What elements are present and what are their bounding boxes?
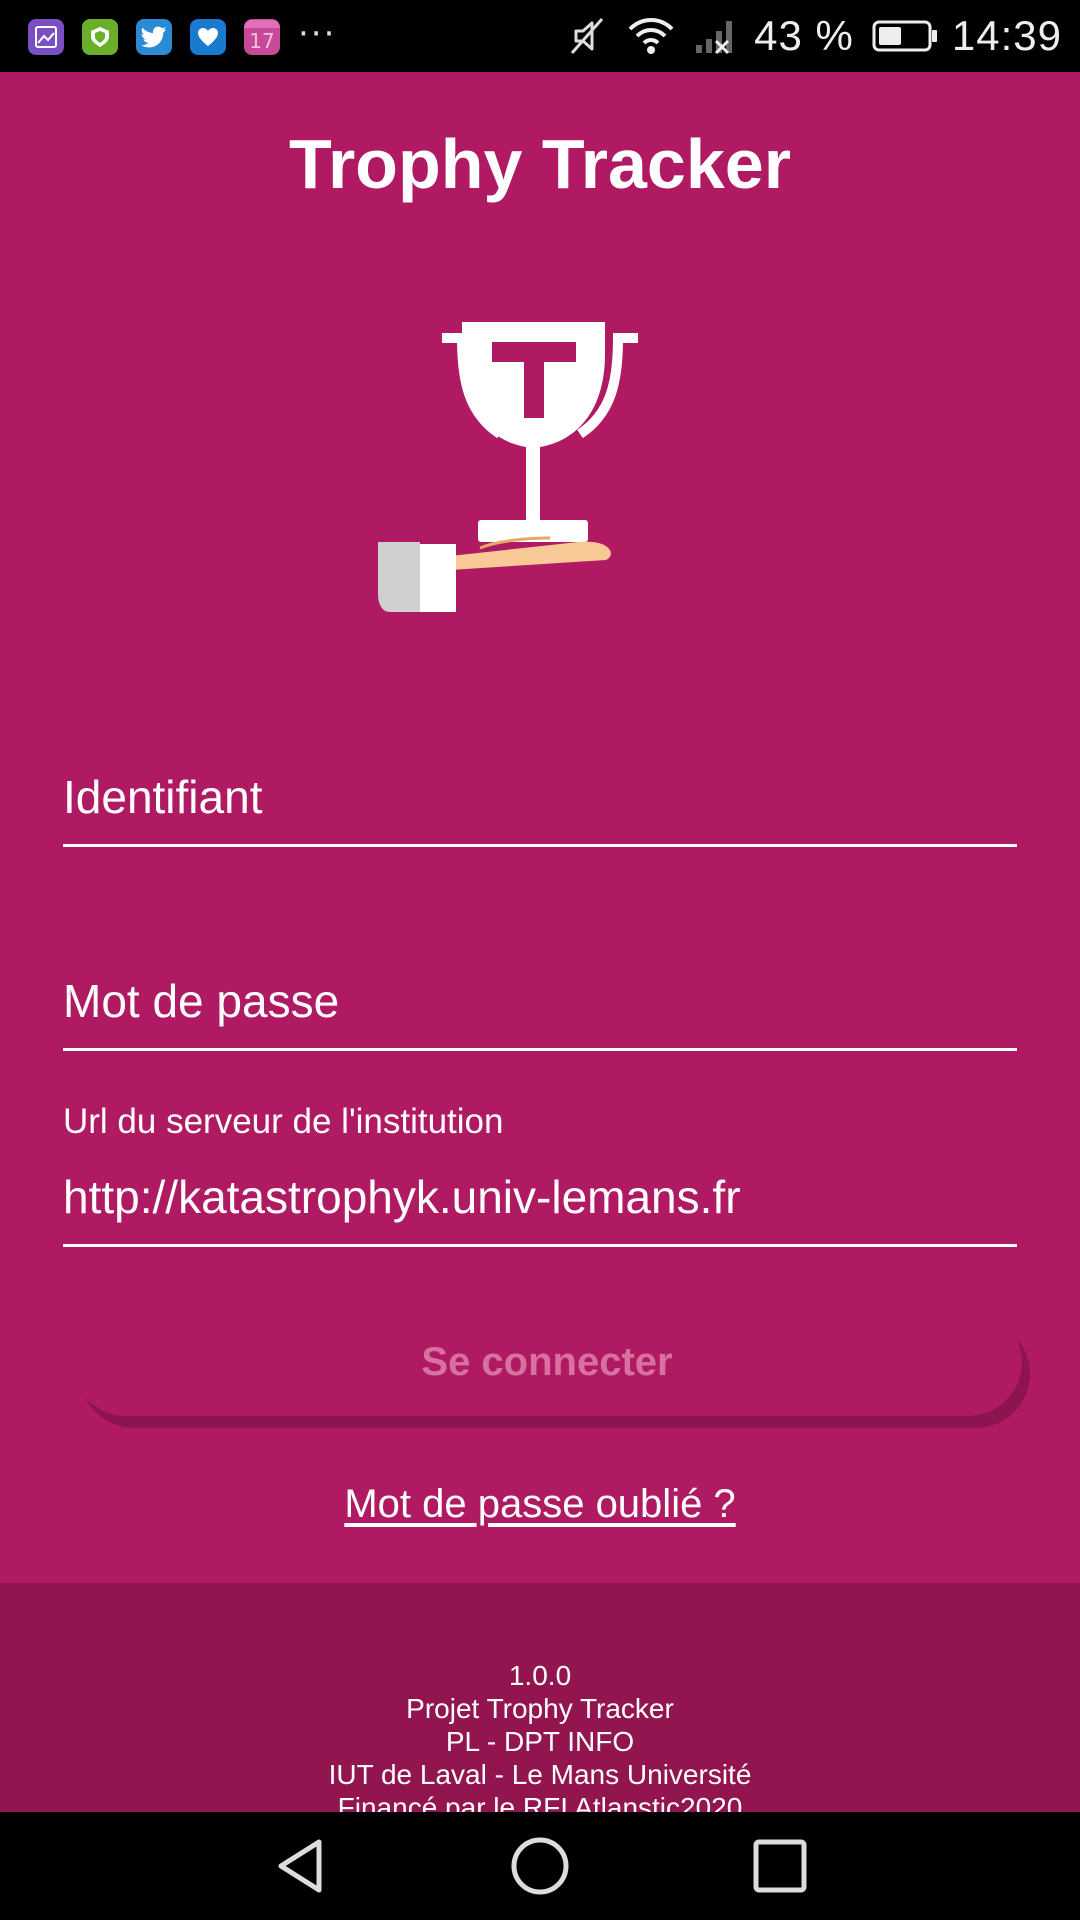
calendar-day: 17 [249,29,275,53]
more-notifications-indicator: ··· [298,14,337,54]
institution-name: IUT de Laval - Le Mans Université [328,1759,752,1790]
footer: 1.0.0 Projet Trophy Tracker PL - DPT INF… [0,1583,1080,1812]
mute-icon [566,15,608,57]
server-url-input[interactable] [63,1170,1017,1247]
server-url-label: Url du serveur de l'institution [63,1102,504,1141]
server-url-field: Url du serveur de l'institution [63,1102,1017,1247]
login-button[interactable]: Se connecter [72,1308,1022,1416]
home-circle-icon [511,1837,569,1895]
app-version: 1.0.0 [508,1660,572,1691]
battery-percent: 43 % [754,12,854,59]
wifi-icon [626,15,676,57]
cell-signal-icon [694,15,738,57]
username-input[interactable] [63,770,1017,847]
gallery-icon [28,19,64,55]
back-triangle-icon [278,1839,322,1893]
status-bar: 17 ··· 43 % 14:39 [0,0,1080,72]
forgot-password-link[interactable]: Mot de passe oublié ? [0,1482,1080,1527]
footer-info: 1.0.0 Projet Trophy Tracker PL - DPT INF… [0,1659,1080,1812]
department-name: PL - DPT INFO [445,1726,635,1757]
battery-icon [872,18,938,54]
status-right-group: 43 % 14:39 [548,0,1062,72]
calendar-icon: 17 [244,19,280,55]
home-button[interactable] [510,1836,570,1896]
heart-app-icon [190,19,226,55]
navigation-bar [0,1812,1080,1920]
back-button[interactable] [270,1836,330,1896]
phone-screen: 17 ··· 43 % 14:39 Trophy Tracker Identif… [0,0,1080,1920]
username-field [63,770,1017,847]
shield-app-icon [82,19,118,55]
app-title: Trophy Tracker [289,125,791,203]
password-field [63,974,1017,1051]
recents-square-icon [753,1839,807,1893]
project-name: Projet Trophy Tracker [406,1693,674,1724]
password-input[interactable] [63,974,1017,1051]
twitter-icon [136,19,172,55]
recents-button[interactable] [750,1836,810,1896]
login-screen: Trophy Tracker Identifiant Url du serveu… [0,72,1080,1583]
clock: 14:39 [951,12,1062,59]
trophy-logo [378,322,638,612]
funding-text: Financé par le RFI Atlanstic2020 [337,1792,743,1812]
